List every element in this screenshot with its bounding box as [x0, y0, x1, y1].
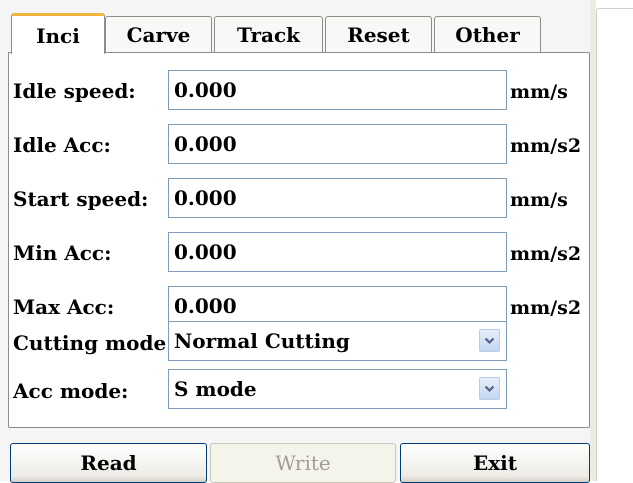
- tab-carve[interactable]: Carve: [105, 16, 212, 53]
- parameter-dialog: Inci Carve Track Reset Other Idle speed:…: [0, 0, 633, 483]
- max-acc-field[interactable]: 0.000: [168, 286, 507, 326]
- tab-other[interactable]: Other: [434, 16, 541, 53]
- min-acc-field[interactable]: 0.000: [168, 232, 507, 272]
- chevron-down-icon: [484, 337, 495, 344]
- tab-track[interactable]: Track: [214, 16, 323, 53]
- acc-mode-select[interactable]: S mode: [168, 369, 507, 409]
- acc-mode-label: Acc mode:: [13, 379, 129, 403]
- write-button: Write: [210, 443, 396, 483]
- idle-acc-field[interactable]: 0.000: [168, 124, 507, 164]
- start-speed-field[interactable]: 0.000: [168, 178, 507, 218]
- read-button[interactable]: Read: [10, 443, 207, 483]
- min-acc-label: Min Acc:: [13, 241, 112, 265]
- idle-acc-unit: mm/s2: [510, 135, 582, 157]
- start-speed-label: Start speed:: [13, 187, 149, 211]
- exit-button[interactable]: Exit: [400, 443, 590, 483]
- min-acc-unit: mm/s2: [510, 243, 582, 265]
- max-acc-label: Max Acc:: [13, 295, 115, 319]
- cutting-mode-dropdown-button[interactable]: [479, 329, 500, 352]
- acc-mode-dropdown-button[interactable]: [479, 377, 500, 400]
- cutting-mode-value: Normal Cutting: [174, 329, 350, 353]
- acc-mode-value: S mode: [174, 377, 257, 401]
- start-speed-unit: mm/s: [510, 189, 568, 211]
- max-acc-unit: mm/s2: [510, 297, 582, 319]
- idle-acc-label: Idle Acc:: [13, 133, 111, 157]
- tab-reset[interactable]: Reset: [325, 16, 432, 53]
- side-panel: [596, 8, 633, 481]
- chevron-down-icon: [484, 385, 495, 392]
- cutting-mode-select[interactable]: Normal Cutting: [168, 321, 507, 361]
- idle-speed-field[interactable]: 0.000: [168, 70, 507, 110]
- idle-speed-unit: mm/s: [510, 81, 568, 103]
- idle-speed-label: Idle speed:: [13, 79, 136, 103]
- cutting-mode-label: Cutting mode:: [13, 331, 174, 355]
- tab-inci[interactable]: Inci: [11, 13, 105, 54]
